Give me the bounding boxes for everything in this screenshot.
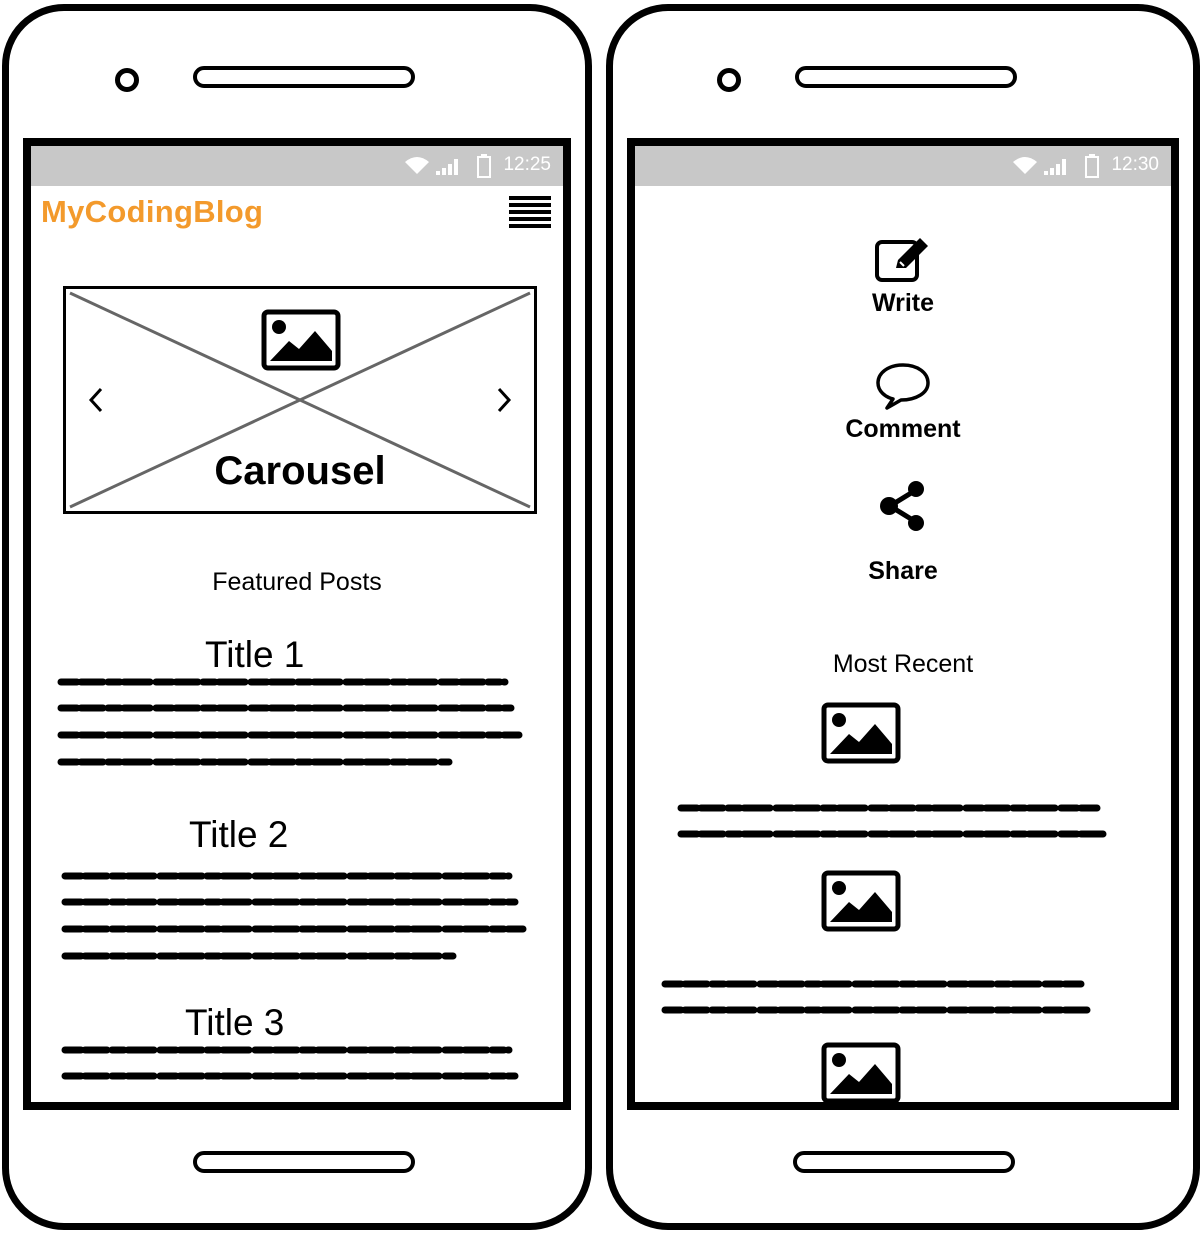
screen-home: 12:25 MyCodingBlog Carousel Featured Pos… <box>23 138 571 1110</box>
speech-bubble-icon <box>876 363 930 410</box>
featured-posts-heading: Featured Posts <box>212 568 382 596</box>
carousel[interactable]: Carousel <box>63 286 537 514</box>
share-action[interactable]: Share <box>635 480 1171 586</box>
phone-frame-right: 12:30 Write Comment Share Most Recent <box>606 4 1200 1230</box>
screen-post-actions: 12:30 Write Comment Share Most Recent <box>627 138 1179 1110</box>
image-icon[interactable] <box>821 870 901 932</box>
status-bar: 12:30 <box>635 146 1171 186</box>
wifi-icon <box>1011 154 1039 176</box>
write-action[interactable]: Write <box>635 236 1171 318</box>
carousel-label: Carousel <box>214 449 386 493</box>
chevron-left-icon[interactable] <box>88 387 104 413</box>
status-time: 12:25 <box>503 154 551 175</box>
edit-icon <box>875 238 928 282</box>
phone-frame-left: 12:25 MyCodingBlog Carousel Featured Pos… <box>2 4 592 1230</box>
post-excerpt-placeholder <box>661 980 1091 1014</box>
home-button[interactable] <box>193 1151 415 1173</box>
signal-icon <box>435 154 463 176</box>
post-excerpt-placeholder <box>677 804 1107 838</box>
comment-label: Comment <box>845 415 961 443</box>
site-logo[interactable]: MyCodingBlog <box>41 194 263 230</box>
share-label: Share <box>868 557 938 585</box>
post-excerpt-placeholder <box>61 1046 519 1080</box>
post-excerpt-placeholder <box>57 678 523 766</box>
home-button[interactable] <box>793 1151 1015 1173</box>
comment-action[interactable]: Comment <box>635 362 1171 444</box>
image-icon[interactable] <box>821 1042 901 1104</box>
status-time: 12:30 <box>1111 154 1159 175</box>
signal-icon <box>1043 154 1071 176</box>
share-icon <box>880 481 924 531</box>
write-label: Write <box>871 289 935 317</box>
image-icon <box>261 309 341 371</box>
status-bar: 12:25 <box>31 146 563 186</box>
camera-icon <box>717 68 741 92</box>
chevron-right-icon[interactable] <box>496 387 512 413</box>
hamburger-menu-icon[interactable] <box>509 196 551 228</box>
battery-icon <box>477 154 491 178</box>
image-icon[interactable] <box>821 702 901 764</box>
post-title[interactable]: Title 2 <box>189 814 288 856</box>
most-recent-heading: Most Recent <box>832 650 974 678</box>
speaker-grill <box>795 66 1017 88</box>
battery-icon <box>1085 154 1099 178</box>
wifi-icon <box>403 154 431 176</box>
camera-icon <box>115 68 139 92</box>
speaker-grill <box>193 66 415 88</box>
post-excerpt-placeholder <box>61 872 527 960</box>
